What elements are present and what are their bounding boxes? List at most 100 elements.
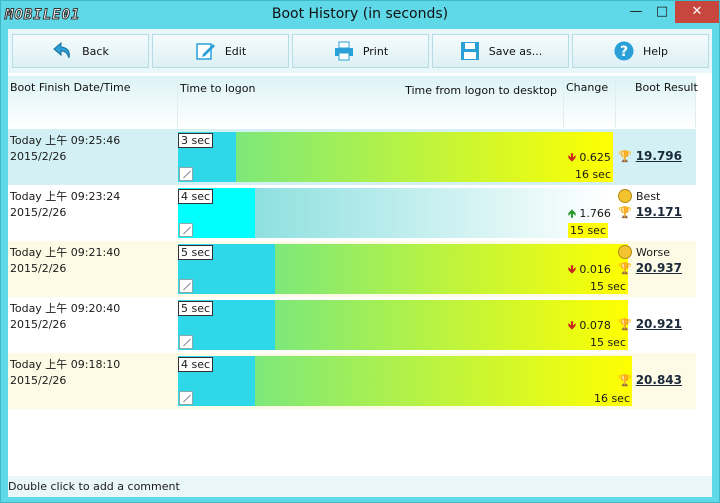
status-bar: Double click to add a comment (8, 476, 712, 497)
save-as-button[interactable]: Save as... (432, 34, 569, 68)
boot-datetime: Today 上午 09:20:40 2015/2/26 (10, 301, 120, 333)
boot-date: 2015/2/26 (10, 150, 67, 163)
back-arrow-icon (53, 41, 70, 59)
edit-button[interactable]: Edit (152, 34, 289, 68)
logon-time-label: 4 sec (178, 189, 214, 204)
comment-icon[interactable] (179, 335, 193, 349)
smiley-icon (618, 189, 632, 203)
trophy-icon: 🏆 (618, 262, 632, 275)
change-number: 0.016 (579, 263, 611, 276)
boot-datetime: Today 上午 09:18:10 2015/2/26 (10, 357, 120, 389)
back-button[interactable]: Back (12, 34, 149, 68)
boot-result[interactable]: 🏆 19.796 (618, 149, 682, 163)
desktop-time-label: 15 sec (567, 223, 608, 238)
floppy-disk-icon (460, 42, 479, 60)
logon-time-bar[interactable]: 4 sec (178, 356, 255, 406)
boot-date: 2015/2/26 (10, 206, 67, 219)
window-title: Boot History (in seconds) (271, 6, 449, 22)
desktop-time-label: 16 sec (593, 392, 630, 405)
boot-result-value[interactable]: 20.937 (636, 261, 682, 275)
boot-result-value[interactable]: 19.171 (636, 205, 682, 219)
boot-result[interactable]: 🏆 19.171 (618, 205, 682, 219)
boot-date: 2015/2/26 (10, 262, 67, 275)
boot-day-time: Today 上午 09:20:40 (10, 302, 121, 315)
logon-time-bar[interactable]: 5 sec (178, 244, 275, 294)
help-icon: ? (614, 41, 634, 61)
header-desktop-label: Time from logon to desktop (405, 84, 557, 97)
comment-icon[interactable] (179, 391, 193, 405)
boot-datetime: Today 上午 09:25:46 2015/2/26 (10, 133, 120, 165)
help-label: Help (642, 44, 669, 58)
status-text: Double click to add a comment (8, 480, 180, 493)
boot-result-value[interactable]: 20.921 (636, 317, 682, 331)
desktop-time-bar[interactable]: 16 sec (255, 356, 632, 406)
column-header: Boot Finish Date/Time Time to logon Time… (8, 76, 698, 128)
minimize-button[interactable]: — (623, 1, 649, 23)
boot-record-row[interactable]: Today 上午 09:18:10 2015/2/26 4 sec 16 sec 🏆 20… (8, 353, 696, 409)
logon-time-bar[interactable]: 5 sec (178, 300, 275, 350)
svg-text:?: ? (620, 44, 628, 60)
boot-date: 2015/2/26 (10, 374, 67, 387)
header-date-label: Boot Finish Date/Time (10, 81, 131, 94)
logon-time-label: 5 sec (178, 245, 214, 260)
edit-icon (196, 43, 215, 60)
boot-history-window: MOBILE01 Boot History (in seconds) — □ ✕… (0, 0, 720, 503)
change-number: 0.078 (579, 319, 611, 332)
header-times[interactable]: Time to logon Time from logon to desktop (178, 76, 564, 128)
boot-result-value[interactable]: 20.843 (636, 373, 682, 387)
title-bar[interactable]: MOBILE01 Boot History (in seconds) — □ ✕ (1, 1, 719, 29)
boot-record-row[interactable]: Today 上午 09:23:24 2015/2/26 4 sec 15 sec 🡹 1… (8, 185, 696, 241)
comment-icon[interactable] (179, 279, 193, 293)
trophy-icon: 🏆 (618, 318, 632, 331)
logon-time-bar[interactable]: 4 sec (178, 188, 255, 238)
header-change[interactable]: Change (564, 76, 616, 128)
maximize-button[interactable]: □ (649, 1, 675, 23)
arrow-down-icon: 🡻 (568, 319, 576, 332)
boot-record-row[interactable]: Today 上午 09:25:46 2015/2/26 3 sec 16 sec 🡻 0… (8, 129, 696, 185)
boot-record-row[interactable]: Today 上午 09:21:40 2015/2/26 5 sec 15 sec 🡻 0… (8, 241, 696, 297)
client-area: Back Edit Print Save as... ? Help Boot F… (8, 29, 712, 497)
desktop-time-label: 16 sec (574, 168, 611, 181)
change-value: 🡹 1.766 (568, 205, 611, 224)
desktop-time-bar[interactable]: 15 sec (255, 188, 608, 238)
trophy-icon: 🏆 (618, 150, 632, 163)
trophy-icon: 🏆 (618, 374, 632, 387)
header-date[interactable]: Boot Finish Date/Time (8, 76, 178, 128)
desktop-time-label: 15 sec (589, 336, 626, 349)
boot-datetime: Today 上午 09:23:24 2015/2/26 (10, 189, 120, 221)
back-label: Back (82, 44, 109, 58)
desktop-time-bar[interactable]: 16 sec (236, 132, 613, 182)
result-tag: Worse (618, 245, 670, 259)
edit-label: Edit (224, 44, 247, 58)
header-logon-label: Time to logon (180, 82, 256, 95)
boot-result[interactable]: 🏆 20.921 (618, 317, 682, 331)
result-tag-label: Best (636, 190, 661, 203)
result-tag: Best (618, 189, 660, 203)
boot-datetime: Today 上午 09:21:40 2015/2/26 (10, 245, 120, 277)
boot-result[interactable]: 🏆 20.843 (618, 373, 682, 387)
change-value: 🡻 0.016 (568, 261, 611, 280)
comment-icon[interactable] (179, 223, 193, 237)
printer-icon (334, 41, 353, 61)
help-button[interactable]: ? Help (572, 34, 709, 68)
desktop-time-label: 15 sec (589, 280, 626, 293)
toolbar: Back Edit Print Save as... ? Help (8, 29, 712, 73)
boot-result[interactable]: 🏆 20.937 (618, 261, 682, 275)
save-as-label: Save as... (488, 44, 543, 58)
header-change-label: Change (566, 81, 609, 94)
print-label: Print (362, 44, 389, 58)
boot-day-time: Today 上午 09:23:24 (10, 190, 121, 203)
comment-icon[interactable] (179, 167, 193, 181)
print-button[interactable]: Print (292, 34, 429, 68)
change-number: 0.625 (579, 151, 611, 164)
logon-time-label: 5 sec (178, 301, 214, 316)
close-button[interactable]: ✕ (675, 1, 719, 23)
boot-record-row[interactable]: Today 上午 09:20:40 2015/2/26 5 sec 15 sec 🡻 0… (8, 297, 696, 353)
logon-time-label: 3 sec (178, 133, 214, 148)
trophy-icon: 🏆 (618, 206, 632, 219)
header-result[interactable]: Boot Result (616, 76, 698, 128)
boot-date: 2015/2/26 (10, 318, 67, 331)
boot-result-value[interactable]: 19.796 (636, 149, 682, 163)
logon-time-bar[interactable]: 3 sec (178, 132, 236, 182)
result-tag-label: Worse (636, 246, 670, 259)
